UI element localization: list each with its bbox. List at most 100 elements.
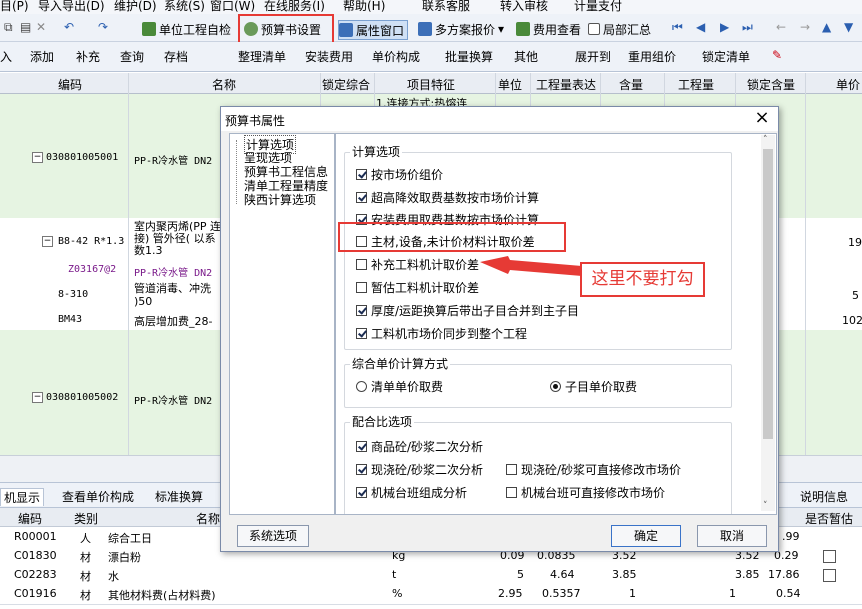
checkbox[interactable]: [356, 259, 367, 270]
color-fill-icon[interactable]: ✎: [772, 48, 782, 62]
first-page-icon[interactable]: ⏮: [672, 20, 683, 35]
mix-machine-price[interactable]: 机械台班可直接修改市场价: [506, 484, 665, 501]
tb2-query[interactable]: 查询: [120, 48, 144, 65]
multi-report-button[interactable]: 多方案报价 ▾: [418, 20, 504, 38]
menu-project[interactable]: 目(P): [0, 0, 29, 14]
scroll-down-icon[interactable]: ˅: [763, 501, 768, 511]
mix-cast-concrete[interactable]: 现浇砼/砂浆二次分析: [356, 461, 483, 478]
arrow-up-icon[interactable]: ▲: [822, 20, 831, 34]
checkbox[interactable]: [356, 487, 367, 498]
bcol-code[interactable]: 编码: [18, 510, 42, 527]
arrow-left-icon[interactable]: ←: [776, 20, 786, 34]
col-unit[interactable]: 单位: [498, 76, 522, 93]
checkbox[interactable]: [356, 169, 367, 180]
tb2-supplement[interactable]: 补充: [76, 48, 100, 65]
delete-icon[interactable]: ✕: [36, 20, 46, 34]
mix-machine-analysis[interactable]: 机械台班组成分析: [356, 484, 467, 501]
option-high-rise-fee[interactable]: 超高降效取费基数按市场价计算: [356, 189, 539, 206]
arrow-right-icon[interactable]: →: [800, 20, 810, 34]
redo-icon[interactable]: ↷: [98, 20, 108, 34]
mix-commercial-concrete[interactable]: 商品砼/砂浆二次分析: [356, 438, 483, 455]
checkbox[interactable]: [506, 464, 517, 475]
radio-subitem-price[interactable]: 子目单价取费: [550, 378, 637, 395]
tab-machine-display[interactable]: 机显示: [0, 488, 45, 506]
bottom-row[interactable]: C01916 材 其他材料费(占材料费) % 2.95 0.5357 1 1 0…: [0, 585, 862, 605]
fee-view-button[interactable]: 费用查看: [516, 20, 581, 38]
tb2-lock-list[interactable]: 锁定清单: [702, 48, 750, 65]
menu-window[interactable]: 窗口(W): [210, 0, 255, 14]
tb2-reuse-price[interactable]: 重用组价: [628, 48, 676, 65]
checkbox[interactable]: [356, 282, 367, 293]
bottom-row[interactable]: C02283 材 水 t 5 4.64 3.85 3.85 17.86: [0, 566, 862, 586]
scroll-thumb[interactable]: [763, 149, 773, 439]
property-window-button[interactable]: 属性窗口: [338, 20, 409, 40]
tb2-expand-to[interactable]: 展开到: [575, 48, 611, 65]
collapse-icon[interactable]: −: [32, 392, 43, 403]
radio-list-price[interactable]: 清单单价取费: [356, 378, 443, 395]
col-name[interactable]: 名称: [212, 76, 236, 93]
copy-icon[interactable]: ⧉: [4, 20, 13, 35]
tree-item-shaanxi-options[interactable]: 陕西计算选项: [244, 191, 316, 208]
menu-system[interactable]: 系统(S): [164, 0, 205, 14]
tab-view-unit-price[interactable]: 查看单价构成: [62, 488, 134, 505]
radio[interactable]: [356, 381, 367, 392]
bcol-name[interactable]: 名称: [196, 510, 220, 527]
last-page-icon[interactable]: ⏭: [742, 20, 753, 35]
col-code[interactable]: 编码: [58, 76, 82, 93]
checkbox[interactable]: [356, 464, 367, 475]
menu-maintain[interactable]: 维护(D): [114, 0, 157, 14]
option-market-price[interactable]: 按市场价组价: [356, 166, 443, 183]
local-summary-checkbox[interactable]: 局部汇总: [588, 20, 651, 38]
ok-button[interactable]: 确定: [611, 525, 681, 547]
menu-transfer-audit[interactable]: 转入审核: [500, 0, 548, 14]
menu-online-service[interactable]: 在线服务(I): [264, 0, 325, 14]
tb2-insert[interactable]: 入: [0, 48, 12, 65]
prev-icon[interactable]: ◀: [696, 20, 705, 34]
bcol-type[interactable]: 类别: [74, 510, 98, 527]
checkbox[interactable]: [356, 328, 367, 339]
cancel-button[interactable]: 取消: [697, 525, 767, 547]
option-estimate-diff[interactable]: 暂估工料机计取价差: [356, 279, 479, 296]
tb2-add[interactable]: 添加: [30, 48, 54, 65]
undo-icon[interactable]: ↶: [64, 20, 74, 34]
collapse-icon[interactable]: −: [32, 152, 43, 163]
col-lock-comp[interactable]: 锁定综合: [322, 76, 370, 93]
option-sync-market-price[interactable]: 工料机市场价同步到整个工程: [356, 325, 527, 342]
system-options-button[interactable]: 系统选项: [237, 525, 309, 547]
option-supplement-diff[interactable]: 补充工料机计取价差: [356, 256, 479, 273]
dialog-titlebar[interactable]: 预算书属性 ×: [221, 107, 778, 131]
options-scrollbar[interactable]: ˄ ˅: [761, 135, 775, 511]
option-merge-subitems[interactable]: 厚度/运距换算后带出子目合并到主子目: [356, 302, 579, 319]
checkbox[interactable]: [356, 441, 367, 452]
arrow-down-icon[interactable]: ▼: [844, 20, 853, 34]
menu-measure-payment[interactable]: 计量支付: [574, 0, 622, 14]
paste-icon[interactable]: ▤: [20, 20, 31, 34]
scroll-up-icon[interactable]: ˄: [763, 135, 768, 145]
estimate-checkbox[interactable]: [823, 569, 836, 582]
menu-help[interactable]: 帮助(H): [343, 0, 385, 14]
checkbox[interactable]: [356, 305, 367, 316]
col-content[interactable]: 含量: [619, 76, 643, 93]
col-feature[interactable]: 项目特征: [407, 76, 455, 93]
menu-contact-support[interactable]: 联系客服: [422, 0, 470, 14]
collapse-icon[interactable]: −: [42, 236, 53, 247]
menu-import-export[interactable]: 导入导出(D): [38, 0, 105, 14]
next-icon[interactable]: ▶: [720, 20, 729, 34]
tab-description[interactable]: 说明信息: [800, 488, 848, 505]
tb2-install-fee[interactable]: 安装费用: [305, 48, 353, 65]
col-lock-content[interactable]: 锁定含量: [747, 76, 795, 93]
radio[interactable]: [550, 381, 561, 392]
col-quantity[interactable]: 工程量: [678, 76, 714, 93]
mix-cast-concrete-price[interactable]: 现浇砼/砂浆可直接修改市场价: [506, 461, 681, 478]
estimate-checkbox[interactable]: [823, 550, 836, 563]
checkbox[interactable]: [506, 487, 517, 498]
tb2-unit-price[interactable]: 单价构成: [372, 48, 420, 65]
close-icon[interactable]: ×: [752, 108, 772, 128]
col-qty-expr[interactable]: 工程量表达: [536, 76, 596, 93]
unit-check-button[interactable]: 单位工程自检: [142, 20, 231, 38]
checkbox[interactable]: [356, 192, 367, 203]
col-price[interactable]: 单价: [836, 76, 860, 93]
tb2-organize-list[interactable]: 整理清单: [238, 48, 286, 65]
bcol-is-estimate[interactable]: 是否暂估: [805, 510, 853, 527]
tb2-archive[interactable]: 存档: [164, 48, 188, 65]
